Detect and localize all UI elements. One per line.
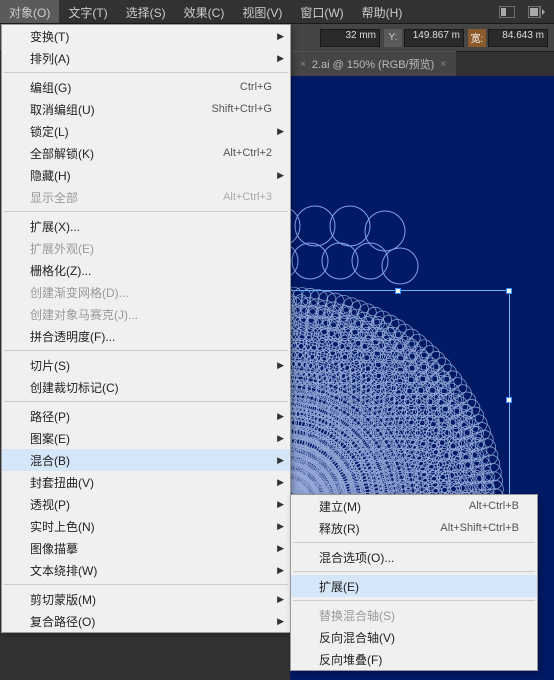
menu-item[interactable]: 文本绕排(W)▶ <box>2 559 290 581</box>
menu-item[interactable]: 复合路径(O)▶ <box>2 610 290 632</box>
submenu-item[interactable]: 扩展(E) <box>291 575 537 597</box>
menu-help[interactable]: 帮助(H) <box>353 0 412 23</box>
menu-item: 显示全部Alt+Ctrl+3 <box>2 186 290 208</box>
menu-item[interactable]: 扩展(X)... <box>2 215 290 237</box>
arrange-icon[interactable] <box>528 3 546 21</box>
menu-item: 扩展外观(E) <box>2 237 290 259</box>
field-width[interactable]: 84.643 m <box>488 29 548 47</box>
menu-item[interactable]: 取消编组(U)Shift+Ctrl+G <box>2 98 290 120</box>
menu-item: 创建渐变网格(D)... <box>2 281 290 303</box>
handle-tr[interactable] <box>506 288 512 294</box>
menu-window[interactable]: 窗口(W) <box>291 0 352 23</box>
field-y[interactable]: 149.867 m <box>404 29 464 47</box>
menu-item[interactable]: 创建裁切标记(C) <box>2 376 290 398</box>
menu-item[interactable]: 隐藏(H)▶ <box>2 164 290 186</box>
submenu-item[interactable]: 混合选项(O)... <box>291 546 537 568</box>
menu-item[interactable]: 路径(P)▶ <box>2 405 290 427</box>
tab-close-left[interactable]: × <box>300 59 306 70</box>
menu-item[interactable]: 编组(G)Ctrl+G <box>2 76 290 98</box>
menu-item[interactable]: 剪切蒙版(M)▶ <box>2 588 290 610</box>
label-width: 宽: <box>468 29 486 47</box>
menu-item[interactable]: 图像描摹▶ <box>2 537 290 559</box>
menu-item: 创建对象马赛克(J)... <box>2 303 290 325</box>
blend-submenu: 建立(M)Alt+Ctrl+B释放(R)Alt+Shift+Ctrl+B 混合选项… <box>290 494 538 671</box>
menu-item[interactable]: 全部解锁(K)Alt+Ctrl+2 <box>2 142 290 164</box>
menu-item[interactable]: 锁定(L)▶ <box>2 120 290 142</box>
menu-item[interactable]: 栅格化(Z)... <box>2 259 290 281</box>
document-tab[interactable]: × 2.ai @ 150% (RGB/预览) × <box>290 51 456 76</box>
menu-item[interactable]: 透视(P)▶ <box>2 493 290 515</box>
submenu-item[interactable]: 反向混合轴(V) <box>291 626 537 648</box>
workspace-icon[interactable] <box>498 3 516 21</box>
label-y: Y: <box>384 29 402 47</box>
menu-item[interactable]: 变换(T)▶ <box>2 25 290 47</box>
submenu-item[interactable]: 释放(R)Alt+Shift+Ctrl+B <box>291 517 537 539</box>
menu-effect[interactable]: 效果(C) <box>175 0 234 23</box>
tab-close-right[interactable]: × <box>440 59 446 70</box>
submenu-item: 替换混合轴(S) <box>291 604 537 626</box>
menu-select[interactable]: 选择(S) <box>117 0 175 23</box>
menu-object[interactable]: 对象(O) <box>0 0 59 23</box>
menu-text[interactable]: 文字(T) <box>59 0 116 23</box>
menu-view[interactable]: 视图(V) <box>233 0 291 23</box>
field-x[interactable]: 32 mm <box>320 29 380 47</box>
submenu-item[interactable]: 反向堆叠(F) <box>291 648 537 670</box>
menu-item[interactable]: 切片(S)▶ <box>2 354 290 376</box>
menu-item[interactable]: 混合(B)▶ <box>2 449 290 471</box>
selection-bounds <box>290 290 510 510</box>
menubar: 对象(O) 文字(T) 选择(S) 效果(C) 视图(V) 窗口(W) 帮助(H… <box>0 0 554 24</box>
object-menu-dropdown: 变换(T)▶排列(A)▶ 编组(G)Ctrl+G取消编组(U)Shift+Ctrl… <box>1 24 291 633</box>
handle-tm[interactable] <box>395 288 401 294</box>
submenu-item[interactable]: 建立(M)Alt+Ctrl+B <box>291 495 537 517</box>
handle-mr[interactable] <box>506 397 512 403</box>
menu-item[interactable]: 图案(E)▶ <box>2 427 290 449</box>
tab-label: 2.ai @ 150% (RGB/预览) <box>312 56 434 72</box>
menu-item[interactable]: 排列(A)▶ <box>2 47 290 69</box>
menu-item[interactable]: 实时上色(N)▶ <box>2 515 290 537</box>
menu-item[interactable]: 拼合透明度(F)... <box>2 325 290 347</box>
menu-item[interactable]: 封套扭曲(V)▶ <box>2 471 290 493</box>
